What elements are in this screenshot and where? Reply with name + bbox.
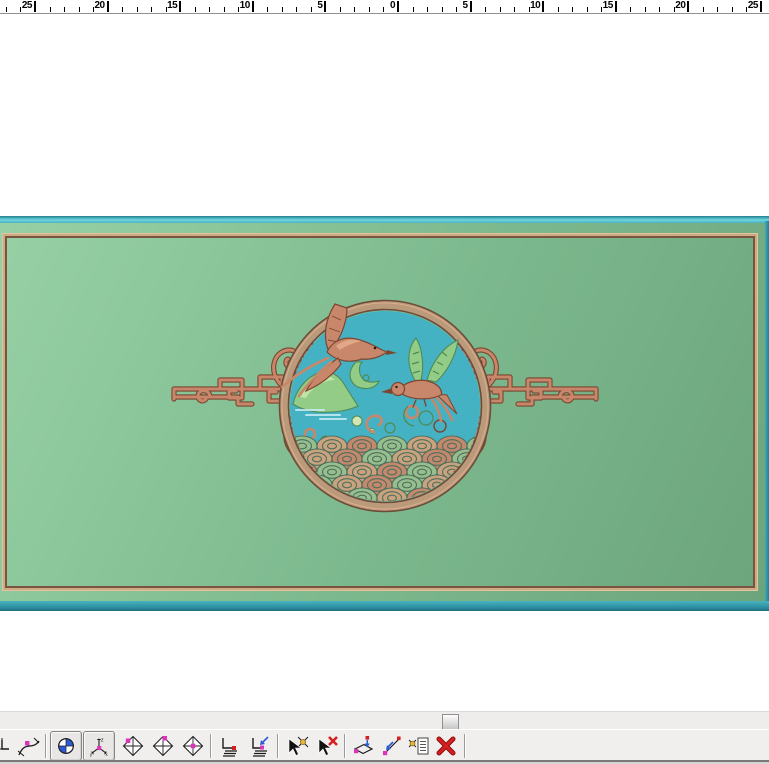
ruler-label: 25 xyxy=(747,0,759,11)
ruler-label: 10 xyxy=(239,0,251,11)
svg-text:z: z xyxy=(101,737,104,743)
ruler-label: 10 xyxy=(530,0,541,11)
project-to-plane-icon[interactable] xyxy=(350,733,376,759)
ruler-label: 25 xyxy=(21,0,33,11)
view-plane-left-icon[interactable] xyxy=(119,733,147,759)
toolbar-separator xyxy=(210,733,212,758)
align-to-surface-icon[interactable] xyxy=(216,733,244,759)
pick-point-cursor-icon[interactable] xyxy=(283,733,311,759)
horizontal-scrollbar-track[interactable] xyxy=(0,711,769,730)
edge-corner-partial-icon[interactable] xyxy=(0,733,10,759)
panel-right-edge xyxy=(765,221,769,603)
panel-bottom-edge xyxy=(0,601,769,611)
curve-node-tool-icon[interactable] xyxy=(16,733,42,759)
toolbar-separator xyxy=(45,733,47,758)
panel-top-edge xyxy=(0,216,769,223)
drop-to-surface-icon[interactable] xyxy=(246,733,274,759)
ruler-label: 15 xyxy=(167,0,178,11)
horizontal-ruler: 25 20 15 10 5 0 5 10 15 20 25 xyxy=(0,0,769,14)
view-plane-top-icon[interactable] xyxy=(149,733,177,759)
ruler-label: 20 xyxy=(94,0,105,11)
toolbar-separator xyxy=(277,733,279,758)
view-plane-center-icon[interactable] xyxy=(179,733,207,759)
vector-direction-icon[interactable] xyxy=(379,733,405,759)
delete-red-x-icon[interactable] xyxy=(434,733,458,759)
pick-list-icon[interactable] xyxy=(406,733,432,759)
ruler-label: 5 xyxy=(317,0,323,11)
delete-point-cursor-icon[interactable] xyxy=(313,733,341,759)
bottom-toolbar: z y x xyxy=(0,729,769,761)
horizontal-scrollbar-thumb[interactable] xyxy=(442,714,459,730)
axis-origin-toggle-icon[interactable]: z y x xyxy=(83,730,115,761)
toolbar-separator xyxy=(344,733,346,758)
ruler-label: 5 xyxy=(462,0,469,11)
svg-text:x: x xyxy=(105,752,108,757)
drawing-canvas[interactable] xyxy=(0,14,769,711)
application-window: 25 20 15 10 5 0 5 10 15 20 25 z y x xyxy=(0,0,769,764)
toolbar-separator xyxy=(464,733,466,758)
ruler-label: 0 xyxy=(389,0,396,11)
medallion-artwork xyxy=(160,299,610,513)
ruler-label: 20 xyxy=(675,0,686,11)
sphere-view-toggle-icon[interactable] xyxy=(50,730,82,761)
ruler-label: 15 xyxy=(602,0,614,11)
